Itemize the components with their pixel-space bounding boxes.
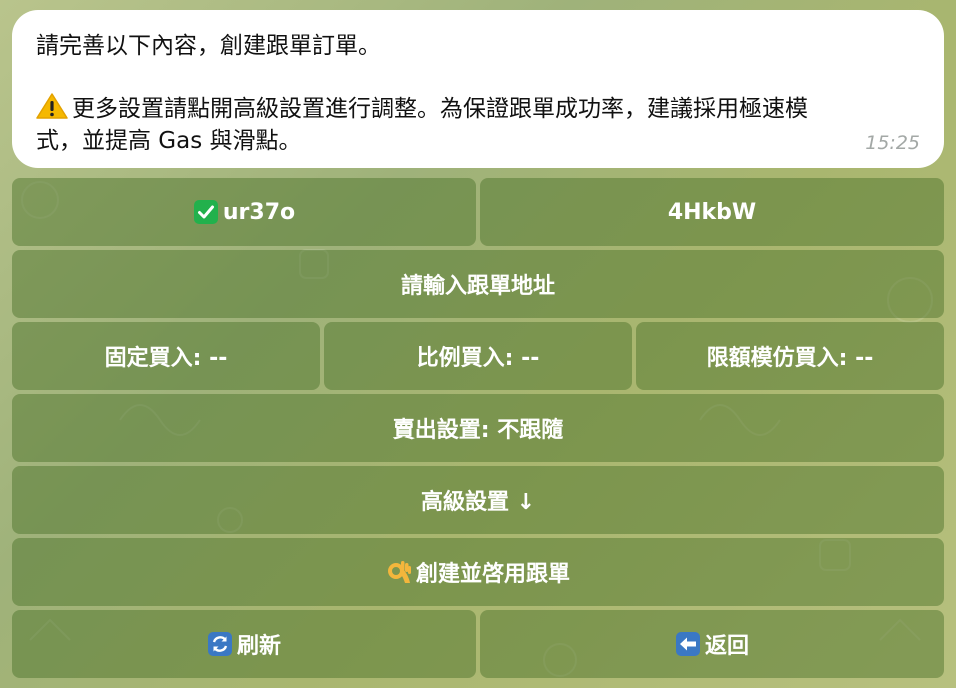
message-tip-text: 更多設置請點開高級設置進行調整。為保證跟單成功率，建議採用極速模 bbox=[72, 96, 808, 122]
sell-settings-label: 賣出設置: 不跟隨 bbox=[392, 418, 564, 443]
inline-keyboard: ur37o 4HkbW 請輸入跟單地址 固定買入: -- 比例買入: -- 限額… bbox=[12, 178, 944, 682]
ok-hand-icon bbox=[386, 559, 412, 585]
wallet-selected-label: ur37o bbox=[222, 199, 296, 225]
advanced-settings-button[interactable]: 高級設置 ↓ bbox=[12, 466, 944, 534]
refresh-label: 刷新 bbox=[236, 634, 281, 659]
keyboard-row-wallets: ur37o 4HkbW bbox=[12, 178, 944, 246]
keyboard-row-create: 創建並啓用跟單 bbox=[12, 538, 944, 606]
enter-address-label: 請輸入跟單地址 bbox=[400, 274, 555, 299]
back-label: 返回 bbox=[704, 634, 749, 659]
refresh-icon bbox=[207, 631, 233, 657]
check-mark-icon bbox=[193, 199, 219, 225]
fixed-buy-button[interactable]: 固定買入: -- bbox=[12, 322, 320, 390]
capped-copy-buy-button[interactable]: 限額模仿買入: -- bbox=[636, 322, 944, 390]
capped-copy-buy-label: 限額模仿買入: -- bbox=[706, 346, 874, 371]
create-enable-button[interactable]: 創建並啓用跟單 bbox=[12, 538, 944, 606]
warning-icon bbox=[36, 93, 68, 119]
left-arrow-icon bbox=[675, 631, 701, 657]
ratio-buy-button[interactable]: 比例買入: -- bbox=[324, 322, 632, 390]
keyboard-row-buy-modes: 固定買入: -- 比例買入: -- 限額模仿買入: -- bbox=[12, 322, 944, 390]
wallet-other-label: 4HkbW bbox=[667, 199, 757, 225]
back-button[interactable]: 返回 bbox=[480, 610, 944, 678]
sell-settings-button[interactable]: 賣出設置: 不跟隨 bbox=[12, 394, 944, 462]
message-text-line-3: 式，並提高 Gas 與滑點。 bbox=[36, 128, 302, 154]
wallet-button-selected[interactable]: ur37o bbox=[12, 178, 476, 246]
enter-address-button[interactable]: 請輸入跟單地址 bbox=[12, 250, 944, 318]
ratio-buy-label: 比例買入: -- bbox=[416, 346, 540, 371]
message-text-line-1: 請完善以下內容，創建跟單訂單。 bbox=[36, 33, 381, 59]
fixed-buy-label: 固定買入: -- bbox=[104, 346, 228, 371]
message-bubble: 請完善以下內容，創建跟單訂單。 更多設置請點開高級設置進行調整。為保證跟單成功率… bbox=[12, 10, 944, 168]
advanced-settings-label: 高級設置 ↓ bbox=[420, 490, 536, 515]
keyboard-row-address: 請輸入跟單地址 bbox=[12, 250, 944, 318]
refresh-button[interactable]: 刷新 bbox=[12, 610, 476, 678]
keyboard-row-advanced: 高級設置 ↓ bbox=[12, 466, 944, 534]
message-text-line-2: 更多設置請點開高級設置進行調整。為保證跟單成功率，建議採用極速模 bbox=[36, 93, 920, 125]
wallet-button-other[interactable]: 4HkbW bbox=[480, 178, 944, 246]
create-enable-label: 創建並啓用跟單 bbox=[415, 562, 570, 587]
keyboard-row-nav: 刷新 返回 bbox=[12, 610, 944, 678]
keyboard-row-sell: 賣出設置: 不跟隨 bbox=[12, 394, 944, 462]
message-timestamp: 15:25 bbox=[865, 132, 920, 154]
